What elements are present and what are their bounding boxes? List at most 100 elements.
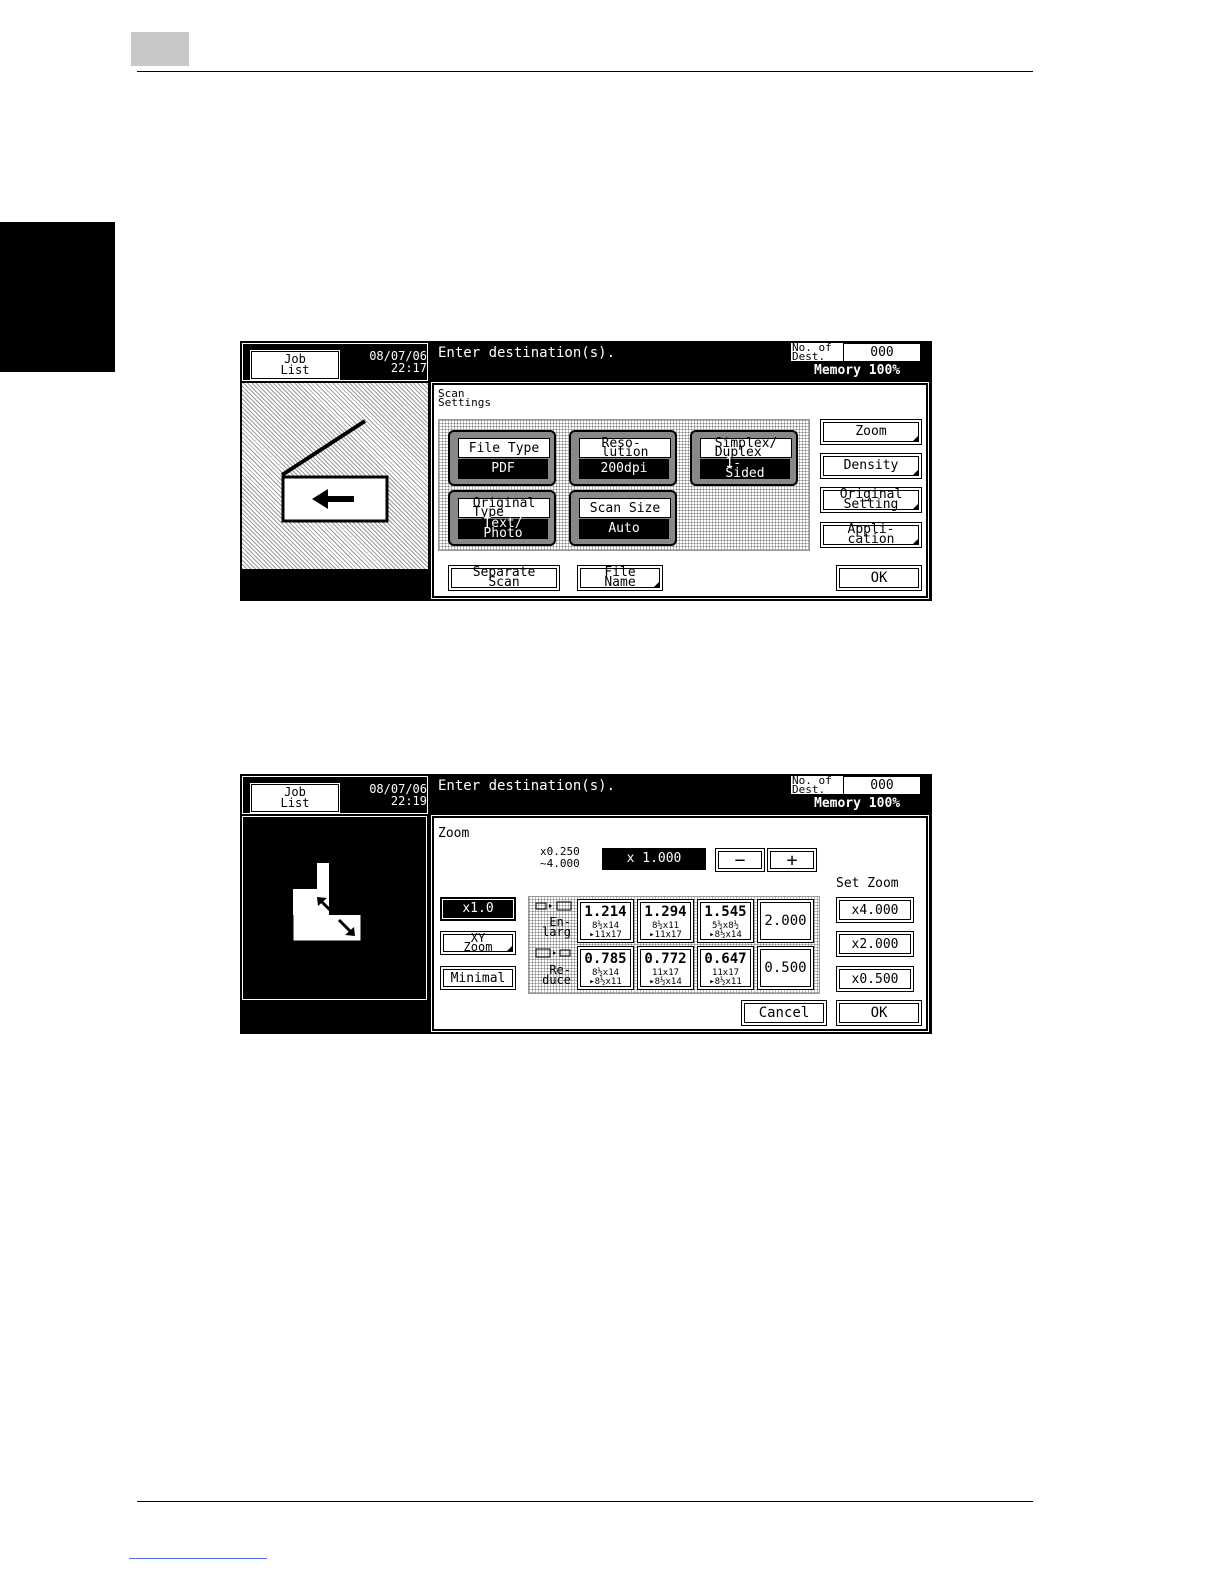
- full-size-button[interactable]: x1.0: [440, 897, 516, 921]
- xy-zoom-button[interactable]: XY Zoom: [440, 931, 516, 955]
- reduce-preset-button[interactable]: 0.647 11x17 ▸8½x11: [697, 946, 754, 990]
- file-type-label: File Type: [458, 438, 550, 458]
- ok-label: OK: [870, 570, 888, 586]
- plus-icon: +: [786, 849, 798, 871]
- header-left: Job List 08/07/06 22:17: [242, 343, 428, 381]
- set-zoom-label: x0.500: [851, 971, 899, 987]
- simplex-duplex-label: Simplex/ Duplex: [700, 437, 792, 459]
- datetime: 08/07/06 22:19: [369, 782, 427, 808]
- zoom-title: Zoom: [438, 826, 470, 841]
- corner-arrow-icon: [913, 470, 918, 475]
- enlarge-preset-button[interactable]: 1.545 5½x8½ ▸8½x14: [697, 899, 754, 943]
- paper-to: ▸8½x11: [709, 977, 742, 987]
- ratio-value: 1.214: [584, 904, 627, 920]
- resolution-setting[interactable]: Reso- lution 200dpi: [569, 430, 677, 486]
- enlarge-preset-button[interactable]: 1.214 8½x14 ▸11x17: [577, 899, 634, 943]
- feed-direction-icon: [280, 419, 389, 523]
- density-button[interactable]: Density: [820, 453, 922, 479]
- original-setting-button-label: Original Setting: [839, 487, 903, 512]
- dest-count: 000: [844, 777, 920, 794]
- set-zoom-button[interactable]: x0.500: [836, 966, 914, 992]
- ok-button[interactable]: OK: [836, 565, 922, 591]
- section-title: Scan Settings: [438, 387, 491, 409]
- density-button-label: Density: [843, 458, 899, 473]
- chapter-tab: [0, 222, 115, 372]
- ratio-value: 0.785: [584, 951, 627, 967]
- paper-to: ▸11x17: [589, 930, 622, 940]
- job-list-button[interactable]: Job List: [250, 783, 340, 813]
- original-type-label: Original Type: [458, 497, 550, 519]
- simplex-duplex-value: 1- Sided: [700, 457, 790, 480]
- minimal-button[interactable]: Minimal: [440, 966, 516, 990]
- xy-zoom-label: XY Zoom: [463, 931, 493, 954]
- header-left: Job List 08/07/06 22:19: [242, 776, 428, 814]
- zoom-preview-area: [242, 816, 427, 1000]
- original-setting-button[interactable]: Original Setting: [820, 487, 922, 513]
- original-type-value: Text/ Photo: [458, 517, 548, 540]
- scan-size-value: Auto: [579, 519, 669, 539]
- corner-arrow-icon: [654, 582, 659, 587]
- ratio-value: 2.000: [764, 913, 807, 929]
- header-rule: [137, 71, 1033, 72]
- set-zoom-label: x4.000: [851, 902, 899, 918]
- simplex-duplex-setting[interactable]: Simplex/ Duplex 1- Sided: [690, 430, 798, 486]
- reduce-preset-button[interactable]: 0.772 11x17 ▸8½x14: [637, 946, 694, 990]
- application-button[interactable]: Appli- cation: [820, 522, 922, 548]
- scan-settings-screen: Job List 08/07/06 22:17 Enter destinatio…: [240, 341, 932, 601]
- preview-area: [242, 383, 428, 569]
- dest-count-label: No. of Dest.: [791, 342, 843, 362]
- original-type-setting[interactable]: Original Type Text/ Photo: [448, 490, 556, 546]
- file-name-button[interactable]: File Name: [577, 565, 663, 591]
- reduce-label: Re- duce: [542, 963, 571, 987]
- ok-button[interactable]: OK: [836, 1000, 922, 1026]
- preset-ratio-grid: En- larg Re- duce 1.214 8½x14 ▸11x17 1.294…: [528, 896, 820, 994]
- zoom-button-label: Zoom: [855, 424, 887, 439]
- corner-arrow-icon: [913, 436, 918, 441]
- zoom-plus-button[interactable]: +: [767, 848, 817, 872]
- paper-to: ▸8½x14: [649, 977, 682, 987]
- status-message: Enter destination(s).: [438, 778, 616, 794]
- reduce-fixed-button[interactable]: 0.500: [757, 946, 814, 990]
- ratio-value: 1.294: [644, 904, 687, 920]
- datetime: 08/07/06 22:17: [369, 349, 427, 375]
- resolution-label: Reso- lution: [579, 437, 671, 459]
- footer-link-underline: [129, 1558, 267, 1559]
- settings-grid: File Type PDF Reso- lution 200dpi Simple…: [438, 419, 810, 551]
- job-list-button[interactable]: Job List: [250, 350, 340, 380]
- scan-size-label: Scan Size: [579, 498, 671, 518]
- application-button-label: Appli- cation: [847, 522, 895, 547]
- zoom-preview-icon: [292, 862, 362, 942]
- corner-arrow-icon: [507, 946, 512, 951]
- status-message: Enter destination(s).: [438, 345, 616, 361]
- dest-count: 000: [844, 344, 920, 361]
- set-zoom-button[interactable]: x2.000: [836, 931, 914, 957]
- memory-indicator: Memory 100%: [814, 796, 901, 811]
- zoom-value-display: x 1.000: [602, 848, 706, 870]
- zoom-range: x0.250 ~4.000: [540, 845, 580, 870]
- scan-settings-area: Scan Settings File Type PDF Reso- lution…: [431, 382, 929, 599]
- set-zoom-label: x2.000: [851, 936, 899, 952]
- page-number-box: [131, 32, 189, 66]
- corner-arrow-icon: [913, 539, 918, 544]
- ratio-value: 1.545: [704, 904, 747, 920]
- file-type-setting[interactable]: File Type PDF: [448, 430, 556, 486]
- enlarge-paper-icon: [535, 901, 572, 911]
- scan-size-setting[interactable]: Scan Size Auto: [569, 490, 677, 546]
- ratio-value: 0.647: [704, 951, 747, 967]
- paper-to: ▸11x17: [649, 930, 682, 940]
- reduce-preset-button[interactable]: 0.785 8½x14 ▸8½x11: [577, 946, 634, 990]
- paper-to: ▸8½x11: [589, 977, 622, 987]
- cancel-button[interactable]: Cancel: [741, 1000, 827, 1026]
- separate-scan-button[interactable]: Separate Scan: [448, 565, 560, 591]
- set-zoom-button[interactable]: x4.000: [836, 897, 914, 923]
- zoom-button[interactable]: Zoom: [820, 419, 922, 445]
- preview-footer: [242, 569, 428, 599]
- resolution-value: 200dpi: [579, 459, 669, 479]
- zoom-area: Zoom x0.250 ~4.000 x 1.000 − + x1.0 XY Z…: [431, 815, 929, 1032]
- ratio-value: 0.500: [764, 960, 807, 976]
- enlarge-preset-button[interactable]: 1.294 8½x11 ▸11x17: [637, 899, 694, 943]
- set-zoom-title: Set Zoom: [836, 876, 899, 891]
- paper-to: ▸8½x14: [709, 930, 742, 940]
- enlarge-fixed-button[interactable]: 2.000: [757, 899, 814, 943]
- zoom-minus-button[interactable]: −: [715, 848, 765, 872]
